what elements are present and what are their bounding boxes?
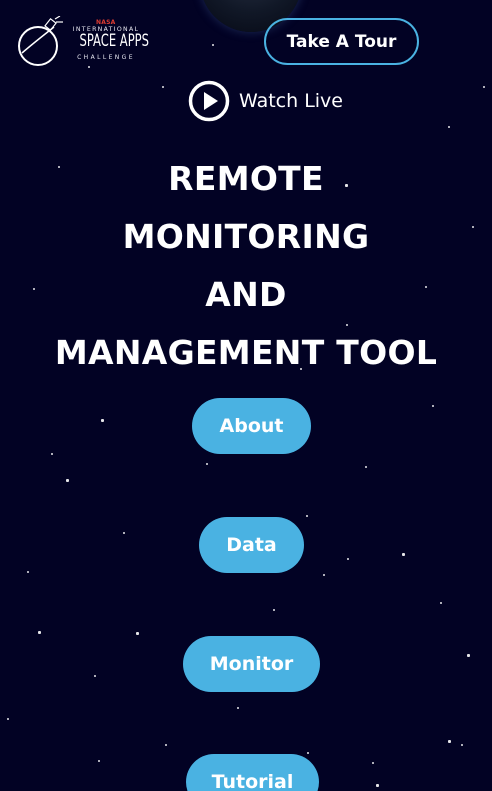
- page-title: REMOTE MONITORING AND MANAGEMENT TOOL: [0, 150, 492, 382]
- about-button[interactable]: About: [192, 398, 311, 454]
- page-title-line: MANAGEMENT TOOL: [54, 333, 438, 372]
- tutorial-button[interactable]: Tutorial: [186, 754, 319, 791]
- monitor-button[interactable]: Monitor: [183, 636, 320, 692]
- data-button[interactable]: Data: [199, 517, 304, 573]
- watch-live-label: Watch Live: [239, 90, 343, 112]
- page-title-line: REMOTE: [168, 159, 324, 198]
- page-title-line: MONITORING: [122, 217, 370, 256]
- logo-nasa-text: NASA: [96, 19, 116, 26]
- satellite-orbit-icon: [18, 16, 63, 66]
- take-a-tour-button[interactable]: Take A Tour: [264, 18, 419, 65]
- page: NASA INTERNATIONAL SPACE APPS CHALLENGE …: [0, 0, 492, 791]
- logo-challenge-text: CHALLENGE: [77, 54, 135, 61]
- space-apps-logo[interactable]: NASA INTERNATIONAL SPACE APPS CHALLENGE: [16, 16, 149, 68]
- logo-space-apps-text: SPACE APPS: [79, 31, 149, 51]
- page-title-line: AND: [205, 275, 287, 314]
- watch-live-link[interactable]: Watch Live: [188, 80, 343, 122]
- play-circle-icon: [188, 80, 230, 122]
